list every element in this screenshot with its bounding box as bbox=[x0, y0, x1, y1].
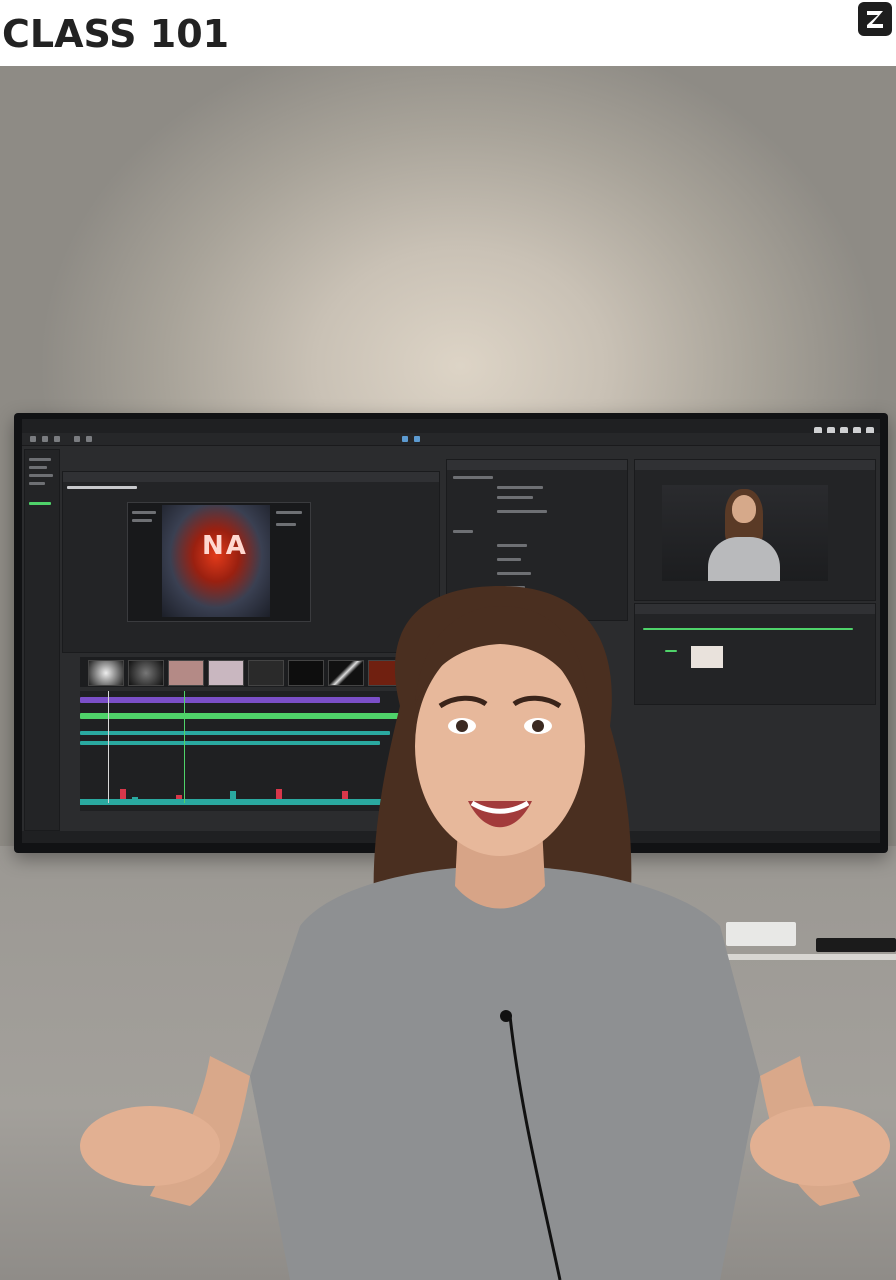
presenter-photo: NA bbox=[0, 66, 896, 1280]
brand-title[interactable]: CLASS 101 bbox=[2, 12, 229, 56]
top-header: CLASS 101 bbox=[0, 0, 896, 66]
presenter-figure bbox=[80, 586, 890, 1280]
class101-logo-icon[interactable] bbox=[858, 2, 892, 36]
